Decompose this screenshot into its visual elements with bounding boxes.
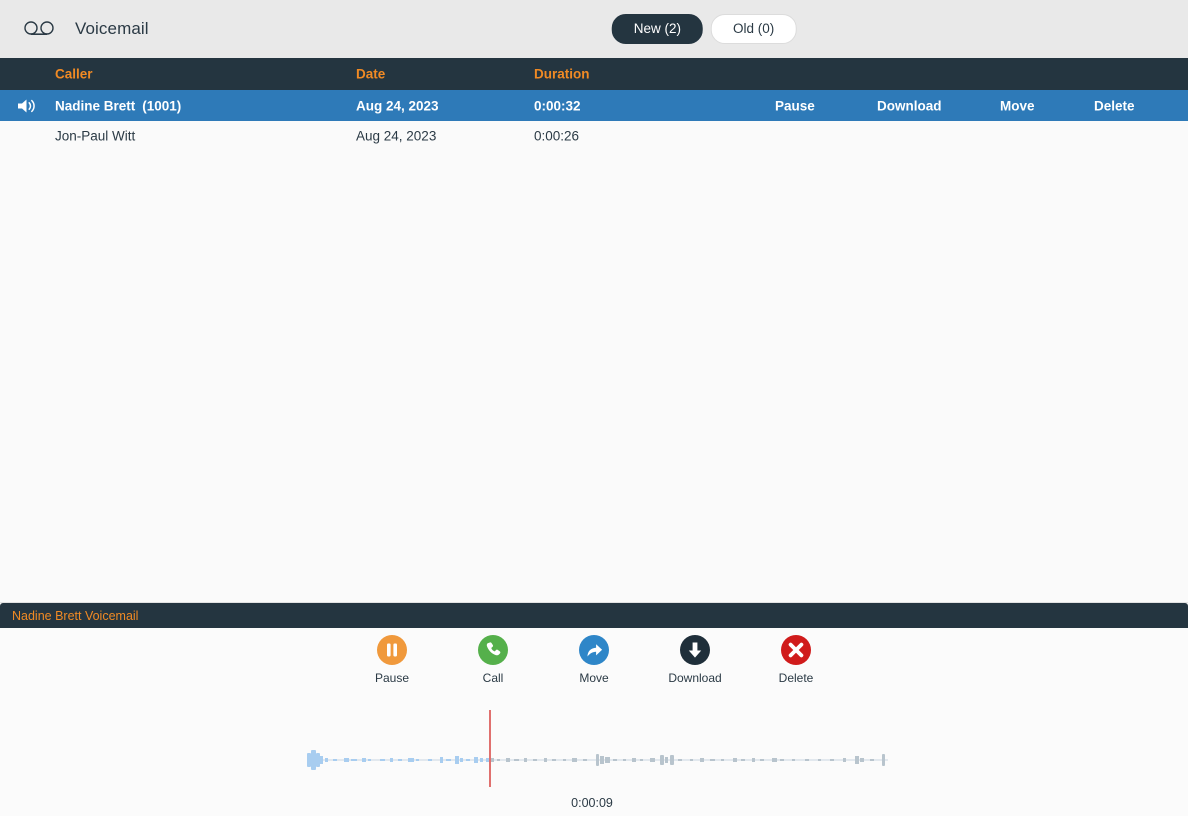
row-caller: Nadine Brett (1001) <box>55 98 181 113</box>
player-download-button[interactable]: Download <box>663 635 728 685</box>
player-move-button[interactable]: Move <box>562 635 627 685</box>
caller-name: Jon-Paul Witt <box>55 128 136 144</box>
player-move-label: Move <box>579 671 609 685</box>
player-title-bar: Nadine Brett Voicemail <box>0 603 1188 628</box>
table-header-row: Caller Date Duration <box>0 58 1188 90</box>
header-brand: Voicemail <box>0 19 149 39</box>
row-date: Aug 24, 2023 <box>356 128 437 144</box>
player-controls: Pause Call Move Download Delete <box>0 628 1188 685</box>
forward-icon <box>579 635 609 665</box>
row-caller: Jon-Paul Witt <box>55 129 135 144</box>
download-icon <box>680 635 710 665</box>
player-pause-label: Pause <box>374 671 410 685</box>
tab-new[interactable]: New (2) <box>611 14 703 44</box>
waveform-played <box>307 750 489 770</box>
player-current-time: 0:00:09 <box>571 796 613 810</box>
row-action-pause[interactable]: Pause <box>775 98 815 113</box>
player-delete-label: Delete <box>778 671 814 685</box>
voicemail-list-empty-area <box>0 151 1188 613</box>
row-duration: 0:00:26 <box>534 128 580 144</box>
row-action-delete[interactable]: Delete <box>1094 98 1135 113</box>
column-header-duration[interactable]: Duration <box>534 67 590 82</box>
playhead[interactable] <box>489 710 491 787</box>
caller-name: Nadine Brett <box>55 98 136 113</box>
voicemail-player: Nadine Brett Voicemail Pause Call Move D… <box>0 602 1188 816</box>
player-call-label: Call <box>482 671 504 685</box>
row-action-move[interactable]: Move <box>1000 98 1035 113</box>
voicemail-tabs: New (2) Old (0) <box>611 14 797 44</box>
player-call-button[interactable]: Call <box>461 635 526 685</box>
player-pause-button[interactable]: Pause <box>360 635 425 685</box>
table-row[interactable]: Jon-Paul Witt Aug 24, 2023 0:00:26 <box>0 121 1188 151</box>
player-body: Pause Call Move Download Delete 0:00:09 <box>0 628 1188 816</box>
close-icon <box>781 635 811 665</box>
table-row[interactable]: Nadine Brett (1001) Aug 24, 2023 0:00:32 … <box>0 90 1188 121</box>
tape-icon <box>22 19 56 39</box>
phone-icon <box>478 635 508 665</box>
column-header-date[interactable]: Date <box>356 67 385 82</box>
row-duration: 0:00:32 <box>534 98 581 113</box>
pause-icon <box>377 635 407 665</box>
player-title: Nadine Brett Voicemail <box>12 608 139 623</box>
app-header: Voicemail New (2) Old (0) <box>0 0 1188 58</box>
player-download-label: Download <box>668 671 722 685</box>
caller-extension: (1001) <box>142 98 182 113</box>
player-delete-button[interactable]: Delete <box>764 635 829 685</box>
waveform[interactable] <box>0 710 1188 790</box>
page-title: Voicemail <box>75 19 149 38</box>
row-action-download[interactable]: Download <box>877 98 942 113</box>
tab-old[interactable]: Old (0) <box>711 14 797 44</box>
column-header-caller[interactable]: Caller <box>55 67 93 82</box>
row-date: Aug 24, 2023 <box>356 98 439 113</box>
speaker-icon <box>16 97 38 115</box>
